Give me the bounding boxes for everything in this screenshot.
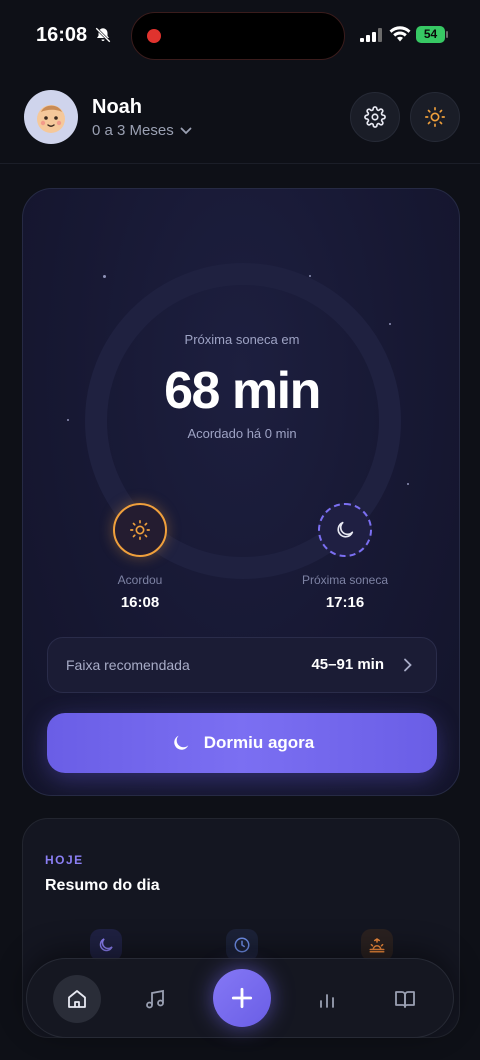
woke-marker <box>113 503 167 557</box>
recording-indicator <box>147 29 161 43</box>
fell-asleep-label: Dormiu agora <box>203 733 315 752</box>
fell-asleep-button[interactable]: Dormiu agora <box>47 713 437 773</box>
baby-name: Noah <box>92 96 142 118</box>
chevron-right-icon <box>404 658 412 672</box>
baby-face-icon <box>37 105 65 133</box>
nav-home[interactable] <box>53 975 101 1023</box>
bottom-navigation <box>26 958 454 1038</box>
battery-icon: 54 <box>416 26 448 44</box>
sleep-card: Próxima soneca em 68 min Acordado há 0 m… <box>22 188 460 796</box>
status-bar: 16:08 54 <box>0 0 480 70</box>
stats-icon <box>320 994 334 1008</box>
theme-toggle-button[interactable] <box>410 92 460 142</box>
age-range-selector[interactable]: 0 a 3 Meses <box>92 122 192 139</box>
battery-level: 54 <box>416 26 445 43</box>
summary-clock-icon <box>226 929 258 961</box>
next-nap-label: Próxima soneca em <box>184 332 300 347</box>
star-decoration <box>407 483 409 485</box>
app-header: Noah 0 a 3 Meses <box>0 78 480 164</box>
nav-guide[interactable] <box>381 975 429 1023</box>
sun-icon <box>130 520 150 540</box>
add-entry-button[interactable] <box>213 969 271 1027</box>
settings-button[interactable] <box>350 92 400 142</box>
dynamic-island <box>131 12 345 60</box>
star-decoration <box>389 323 391 325</box>
next-nap-countdown: 68 min <box>164 362 321 420</box>
clock-icon <box>234 937 250 953</box>
wifi-icon <box>389 26 411 42</box>
woke-time: 16:08 <box>120 594 160 611</box>
gear-icon <box>364 106 386 128</box>
chevron-down-icon <box>180 127 192 134</box>
baby-avatar[interactable] <box>24 90 78 144</box>
status-time: 16:08 <box>36 24 88 46</box>
recommended-range-label: Faixa recomendada <box>66 657 190 673</box>
next-nap-caption: Próxima soneca <box>301 573 389 587</box>
summary-sunrise-icon <box>361 929 393 961</box>
nav-statistics[interactable] <box>303 975 351 1023</box>
home-icon <box>68 990 86 1008</box>
star-decoration <box>103 275 106 278</box>
summary-eyebrow: HOJE <box>45 853 84 867</box>
summary-sleep-icon <box>90 929 122 961</box>
awake-duration: Acordado há 0 min <box>187 426 297 441</box>
sun-icon <box>425 107 445 127</box>
moon-icon <box>173 735 189 750</box>
book-icon <box>395 991 415 1008</box>
music-icon <box>146 989 164 1009</box>
summary-title: Resumo do dia <box>45 877 160 894</box>
moon-icon <box>99 938 113 952</box>
woke-caption: Acordou <box>117 573 163 587</box>
bell-off-icon <box>95 27 111 43</box>
sunrise-icon <box>369 938 385 953</box>
recommended-range-row[interactable]: Faixa recomendada 45–91 min <box>47 637 437 693</box>
moon-icon <box>337 521 354 538</box>
next-nap-marker <box>318 503 372 557</box>
age-range-label: 0 a 3 Meses <box>92 122 174 139</box>
next-nap-time: 17:16 <box>325 594 365 611</box>
nav-sounds[interactable] <box>131 975 179 1023</box>
signal-icon <box>360 28 382 42</box>
plus-icon <box>231 987 253 1009</box>
recommended-range-value: 45–91 min <box>311 656 384 673</box>
